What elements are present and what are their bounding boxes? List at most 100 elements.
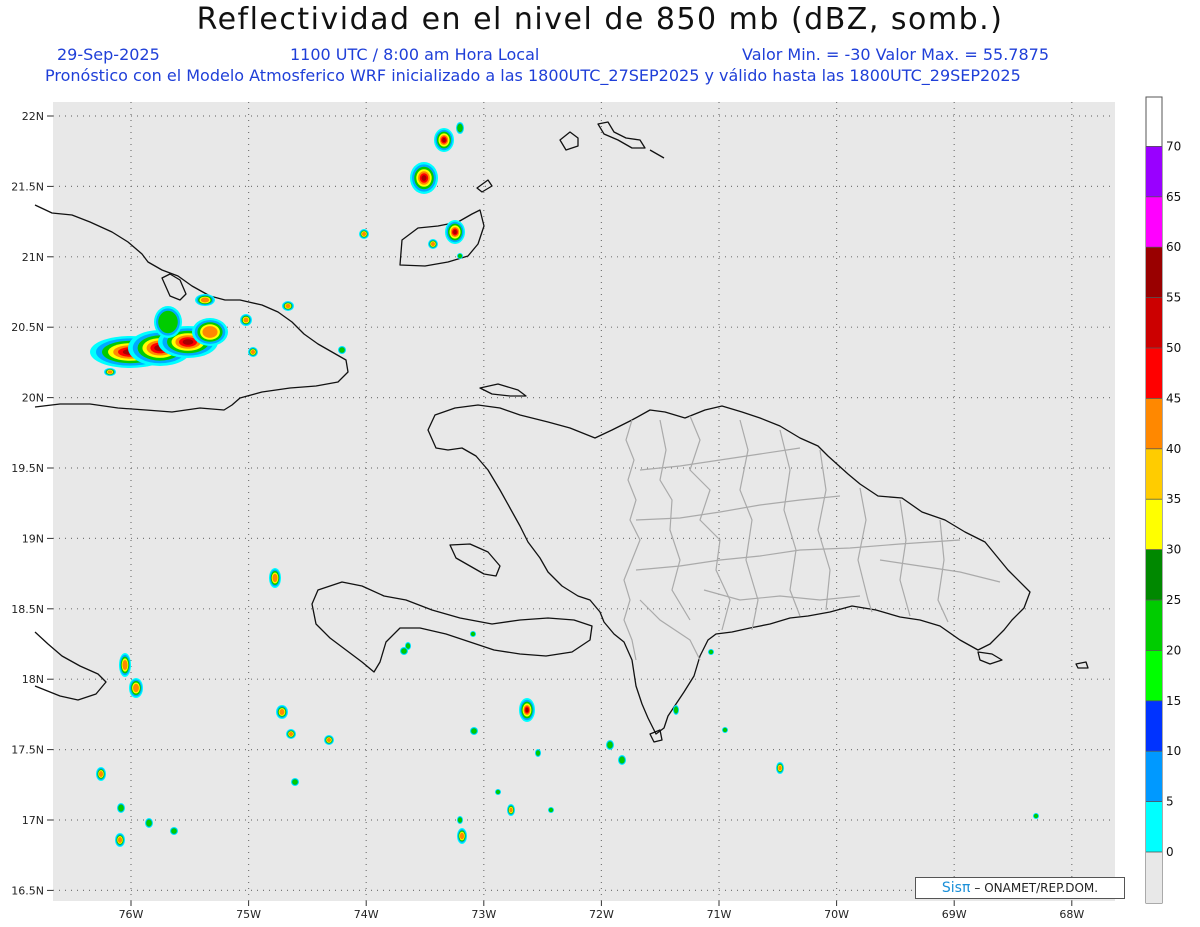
- lat-label: 19.5N: [11, 462, 44, 475]
- echo-cell: [722, 727, 728, 733]
- lat-label: 18.5N: [11, 603, 44, 616]
- lat-label: 18N: [22, 673, 44, 686]
- colorbar-label: 5: [1166, 795, 1174, 809]
- lon-label: 69W: [942, 908, 967, 921]
- colorbar-label: 30: [1166, 543, 1181, 557]
- colorbar-label: 15: [1166, 694, 1181, 708]
- lat-label: 17N: [22, 814, 44, 827]
- credit-org: – ONAMET/REP.DOM.: [974, 881, 1099, 895]
- echo-cell: [453, 229, 457, 235]
- echo-cell: [495, 789, 501, 795]
- echo-cell: [98, 771, 104, 777]
- colorbar-swatch: [1146, 348, 1162, 399]
- echo-cell: [430, 241, 436, 247]
- echo-cell: [158, 310, 178, 334]
- lon-label: 74W: [354, 908, 379, 921]
- colorbar-swatch: [1146, 650, 1162, 701]
- lat-label: 19N: [22, 532, 44, 545]
- colorbar-swatch: [1146, 751, 1162, 802]
- colorbar-label: 55: [1166, 291, 1181, 305]
- echo-cell: [146, 819, 152, 827]
- echo-cell: [202, 326, 218, 338]
- map-frame: [53, 102, 1115, 901]
- colorbar-label: 45: [1166, 391, 1181, 405]
- echo-cell: [471, 728, 477, 734]
- echo-cell: [243, 317, 249, 323]
- echo-cell: [133, 683, 139, 693]
- credit-box: Sisπ – ONAMET/REP.DOM.: [915, 877, 1125, 899]
- echo-cell: [117, 837, 123, 843]
- colorbar-label: 0: [1166, 845, 1174, 859]
- echo-cell: [339, 347, 345, 353]
- echo-cell: [778, 765, 782, 771]
- lat-label: 22N: [22, 110, 44, 123]
- lat-label: 21N: [22, 251, 44, 264]
- lon-label: 73W: [471, 908, 496, 921]
- lon-label: 70W: [824, 908, 849, 921]
- colorbar-label: 20: [1166, 643, 1181, 657]
- lon-label: 76W: [119, 908, 144, 921]
- colorbar-swatch: [1146, 297, 1162, 348]
- echo-cell: [250, 349, 256, 355]
- colorbar-label: 50: [1166, 341, 1181, 355]
- echo-cell: [535, 750, 541, 756]
- lon-label: 72W: [589, 908, 614, 921]
- echo-cell: [326, 737, 332, 743]
- lon-label: 71W: [707, 908, 732, 921]
- colorbar-label: 60: [1166, 240, 1181, 254]
- reflectivity-map: 22N 21.5N 21N 20.5N 20N 19.5N 19N 18.5N 18N 17.5N…: [11, 96, 1181, 921]
- echo-cell: [509, 807, 513, 813]
- colorbar-swatch: [1146, 700, 1162, 752]
- longitude-labels: 76W 75W 74W 73W 72W 71W 70W 69W 68W: [119, 908, 1085, 921]
- lon-label: 68W: [1059, 908, 1084, 921]
- echo-cell: [470, 631, 476, 637]
- echo-cell: [288, 731, 294, 737]
- latitude-labels: 22N 21.5N 21N 20.5N 20N 19.5N 19N 18.5N 18N 17.5N…: [11, 110, 44, 897]
- echo-cell: [122, 659, 128, 671]
- echo-cell: [619, 756, 625, 764]
- echo-cell: [182, 339, 194, 345]
- echo-cell: [708, 649, 714, 655]
- lat-label: 16.5N: [11, 884, 44, 897]
- colorbar-label: 65: [1166, 190, 1181, 204]
- echo-cell: [272, 573, 278, 583]
- colorbar-swatch: [1146, 600, 1162, 651]
- sispi-logo: Sisπ: [941, 880, 971, 896]
- colorbar-label: 40: [1166, 442, 1181, 456]
- lat-label: 21.5N: [11, 180, 44, 193]
- echo-cell: [279, 709, 285, 715]
- lon-label: 75W: [236, 908, 261, 921]
- echo-cell: [607, 741, 613, 749]
- colorbar-swatch: [1146, 801, 1162, 852]
- colorbar-label: 70: [1166, 139, 1181, 153]
- colorbar-swatch: [1146, 146, 1162, 197]
- echo-cell: [525, 707, 529, 713]
- echo-cell: [421, 175, 427, 181]
- colorbar-swatch: [1146, 398, 1162, 449]
- colorbar-swatch: [1146, 499, 1162, 550]
- echo-cell: [459, 832, 465, 840]
- echo-cell: [200, 297, 210, 303]
- echo-cell: [361, 231, 367, 237]
- echo-cell: [118, 804, 124, 812]
- colorbar-swatch: [1146, 549, 1162, 600]
- echo-cell: [171, 828, 177, 834]
- lat-label: 20N: [22, 392, 44, 405]
- colorbar-label: 35: [1166, 492, 1181, 506]
- echo-cell: [107, 370, 113, 374]
- echo-cell: [285, 303, 291, 309]
- colorbar: 0 5 10 15 20 25 30 35 40 45 50 55 60 65 70: [1145, 96, 1181, 904]
- colorbar-label: 25: [1166, 593, 1181, 607]
- colorbar-below-zero: [1146, 852, 1162, 903]
- echo-cell: [673, 706, 679, 714]
- colorbar-swatch: [1146, 448, 1162, 500]
- echo-cell: [292, 779, 298, 785]
- echo-cell: [442, 137, 446, 143]
- colorbar-swatch: [1146, 196, 1162, 248]
- echo-cell: [548, 807, 554, 813]
- colorbar-label: 10: [1166, 744, 1181, 758]
- echo-cell: [457, 253, 463, 259]
- colorbar-swatch: [1146, 247, 1162, 298]
- lat-label: 17.5N: [11, 744, 44, 757]
- lat-label: 20.5N: [11, 321, 44, 334]
